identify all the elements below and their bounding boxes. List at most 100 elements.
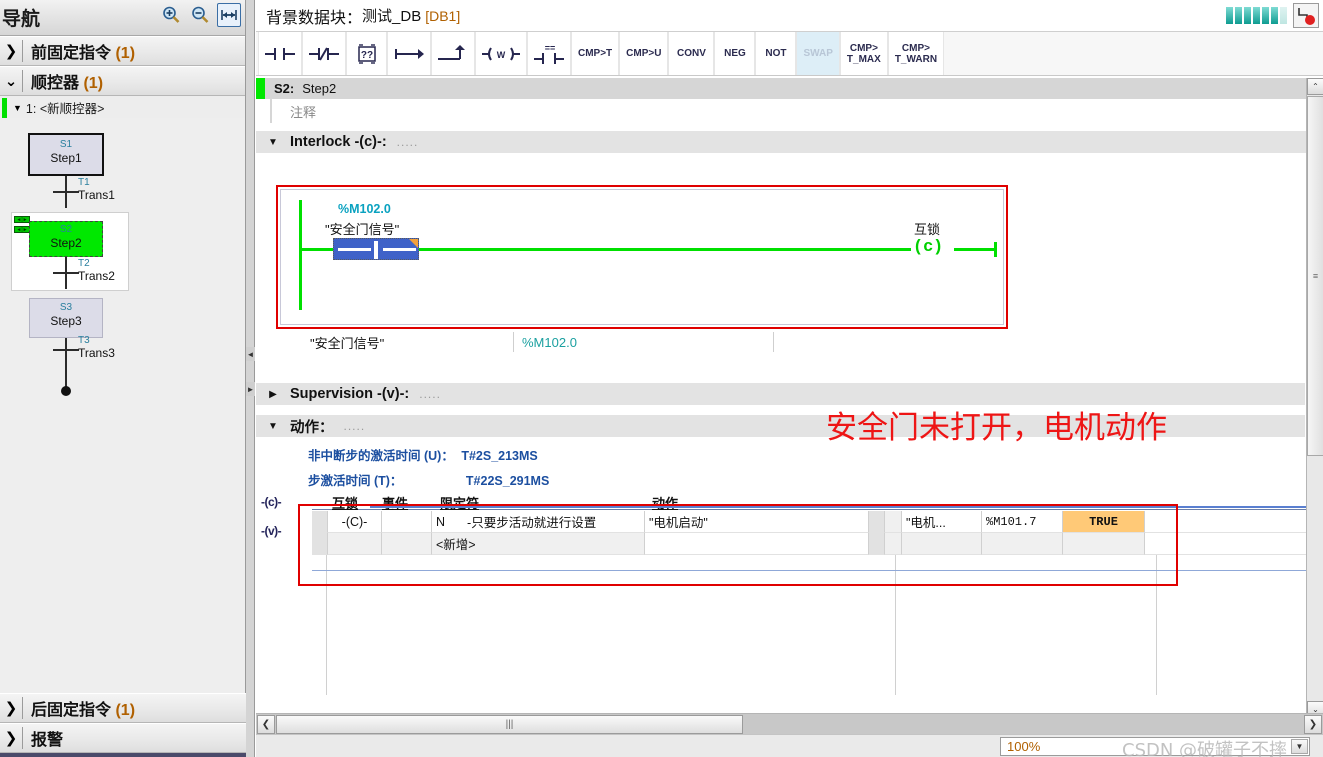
sidebar-item-pre-instructions[interactable]: ❯ 前固定指令 (1) [0, 36, 245, 66]
section-interlock[interactable]: ▼ Interlock -(c)-: ..... [256, 131, 1323, 153]
sfc-handles[interactable]: ◄|► ◄|► [14, 216, 30, 236]
vertical-scroll-thumb[interactable]: ≡ [1307, 96, 1323, 456]
open-branch-icon[interactable] [387, 32, 431, 75]
horizontal-scrollbar[interactable]: ❮ ||| ❯ [256, 713, 1323, 735]
expand-right-icon[interactable]: ► [246, 382, 255, 396]
cmp-gt-t-icon[interactable]: CMP>T [571, 32, 620, 75]
sidebar-item-sequencer[interactable]: ⌄ 顺控器 (1) [0, 66, 245, 96]
cell-monitor-address[interactable] [982, 533, 1063, 555]
cell-qualifier[interactable]: N -只要步活动就进行设置 [432, 511, 645, 533]
swap-icon[interactable]: SWAP [796, 32, 840, 75]
empty-box-icon[interactable]: ?? [346, 32, 387, 75]
collapse-left-icon[interactable]: ◄ [246, 347, 255, 361]
watermark-text: CSDN @破罐子不摔 [1122, 740, 1288, 757]
step-comment[interactable]: 注释 [270, 99, 1323, 123]
operand-row[interactable]: "安全门信号" %M102.0 [304, 332, 1323, 352]
contact-no-selected[interactable] [333, 238, 419, 260]
neg-icon[interactable]: NEG [714, 32, 756, 75]
sidebar-subitem-new-sequencer[interactable]: ▼ 1: <新顺控器> [0, 96, 245, 120]
coil-w-icon[interactable]: W [475, 32, 527, 75]
cell-event[interactable] [382, 511, 432, 533]
app-window: 导航 ❯ 前固定指令 (1) ⌄ 顺控器 (1) ▼ 1: <新顺控器> S1 … [0, 0, 1323, 757]
sfc-chart[interactable]: S1 Step1 T1 Trans1 ◄|► ◄|► S2 Step2 T2 T… [0, 118, 245, 688]
cmp-t-max-icon[interactable]: CMP> T_MAX [839, 32, 888, 75]
sidebar-item-post-instructions[interactable]: ❯ 后固定指令 (1) [0, 693, 246, 723]
cell-action[interactable]: "电机启动" [645, 511, 869, 533]
cell-monitor-value[interactable] [1063, 533, 1145, 555]
triangle-right-icon[interactable]: ▶ [256, 389, 290, 400]
step-header[interactable]: S2: Step2 [256, 78, 1323, 99]
cell-action[interactable] [645, 533, 869, 555]
interlock-coil[interactable]: ( c ) [915, 236, 941, 256]
contact-nc-icon[interactable] [302, 32, 346, 75]
row-selector[interactable] [312, 533, 328, 555]
scroll-right-button[interactable]: ❯ [1304, 715, 1322, 734]
triangle-down-icon[interactable]: ▼ [256, 137, 290, 148]
table-row[interactable]: -(C)- N -只要步活动就进行设置 "电机启动" "电机... %M101.… [312, 511, 1323, 533]
time-value-u: T#2S_213MS [461, 449, 538, 463]
svg-text:==: == [545, 43, 556, 53]
action-table[interactable]: 互锁 事件 限定符 动作 -(C)- N -只要步活动就进行设置 "电机启动" … [312, 492, 1323, 709]
cell-monitor-address[interactable]: %M101.7 [982, 511, 1063, 533]
monitor-flag[interactable] [885, 511, 902, 533]
online-status-icon[interactable] [1293, 3, 1319, 28]
monitor-flag[interactable] [885, 533, 902, 555]
navigation-bottom: ❯ 后固定指令 (1) ❯ 报警 [0, 693, 246, 757]
monitor-row-selector[interactable] [869, 511, 885, 533]
monitor-row-selector[interactable] [869, 533, 885, 555]
cell-monitor-name[interactable]: "电机... [902, 511, 982, 533]
zoom-value: 100% [1007, 739, 1041, 754]
svg-text:W: W [497, 50, 506, 60]
divider [22, 40, 23, 62]
sfc-step-s1[interactable]: S1 Step1 [28, 133, 104, 176]
sidebar-count-pre-instructions: (1) [115, 45, 136, 62]
conv-icon[interactable]: CONV [668, 32, 715, 75]
fit-width-icon[interactable] [217, 3, 241, 27]
panel-splitter[interactable]: ◄ ► [246, 0, 255, 757]
close-branch-icon[interactable] [431, 32, 475, 75]
cell-qualifier-add-new[interactable]: <新增> [432, 533, 645, 555]
cell-trailing[interactable] [1145, 533, 1323, 555]
cell-monitor-value[interactable]: TRUE [1063, 511, 1145, 533]
compare-eq-icon[interactable]: == [527, 32, 571, 75]
cmp-gt-u-icon[interactable]: CMP>U [619, 32, 669, 75]
not-icon[interactable]: NOT [755, 32, 797, 75]
table-row-empty[interactable] [312, 555, 1323, 595]
cell-monitor-name[interactable] [902, 533, 982, 555]
horizontal-scroll-thumb[interactable]: ||| [276, 715, 743, 734]
zoom-out-icon[interactable] [188, 3, 212, 27]
scroll-left-button[interactable]: ❮ [257, 715, 275, 734]
ladder-toolbar: ?? W == CMP>T CMP>U CONV NEG NOT SWAP CM… [256, 32, 1323, 76]
sfc-step-s3[interactable]: S3 Step3 [29, 298, 103, 338]
chevron-down-icon: ⌄ [4, 72, 18, 90]
triangle-down-icon[interactable]: ▼ [256, 421, 290, 432]
scroll-up-button[interactable]: ⌃ [1307, 78, 1323, 95]
ladder-network[interactable]: %M102.0 "安全门信号" 互锁 ( c ) [280, 189, 1004, 325]
chevron-right-icon: ❯ [4, 729, 18, 747]
sidebar-item-alarms[interactable]: ❯ 报警 [0, 723, 246, 753]
cell-interlock[interactable]: -(C)- [328, 511, 382, 533]
step-active-marker [256, 78, 265, 99]
cell-event[interactable] [382, 533, 432, 555]
sfc-handle-b[interactable]: ◄|► [14, 226, 30, 233]
table-row[interactable]: <新增> [312, 533, 1323, 555]
ladder-network-highlight: %M102.0 "安全门信号" 互锁 ( c ) [276, 185, 1008, 329]
cell-interlock[interactable] [328, 533, 382, 555]
table-row-empty[interactable] [312, 595, 1323, 695]
row-selector[interactable] [312, 511, 328, 533]
sfc-handle-a[interactable]: ◄|► [14, 216, 30, 223]
step-id: S2: [274, 81, 295, 96]
sfc-step-s2[interactable]: S2 Step2 [29, 221, 103, 257]
zoom-in-icon[interactable] [159, 3, 183, 27]
sfc-transition-label-t3: Trans3 [78, 346, 115, 360]
sidebar-count-post-instructions: (1) [115, 702, 136, 719]
sfc-transition-label-t1: Trans1 [78, 188, 115, 202]
chevron-down-icon[interactable]: ▼ [1291, 739, 1308, 754]
cmp-t-warn-icon[interactable]: CMP> T_WARN [887, 32, 945, 75]
wire-segment [416, 248, 911, 251]
sidebar-count-sequencer: (1) [83, 75, 104, 92]
contact-no-icon[interactable] [258, 32, 302, 75]
vertical-scrollbar[interactable]: ⌃ ≡ ⌄ [1306, 78, 1323, 718]
cell-trailing[interactable] [1145, 511, 1323, 533]
col-header-action: 动作 [652, 496, 679, 511]
